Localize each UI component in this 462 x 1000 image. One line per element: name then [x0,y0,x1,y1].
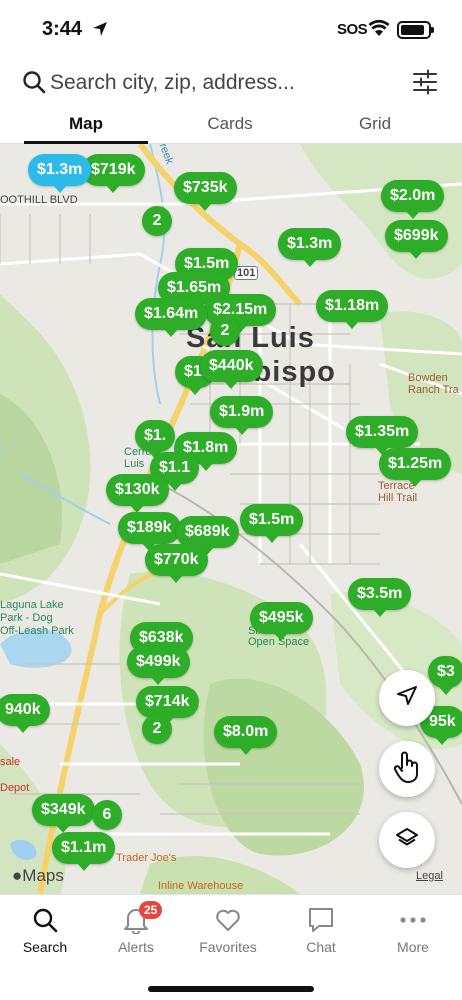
maps-attribution-text: Maps [22,866,64,885]
price-pin[interactable]: $349k [32,794,95,833]
search-input[interactable] [50,66,380,100]
price-pin[interactable]: $714k [136,686,199,725]
park-label: Laguna Lake [0,599,64,611]
locate-me-button[interactable] [379,670,435,726]
poi-label: Trader Joe's [116,852,177,864]
bell-icon [91,905,181,935]
location-arrow-icon [92,21,108,42]
map-view[interactable]: OOTHILL BLVD Creek San Luis Obispo Bowde… [0,144,462,894]
poi-label: sale [0,756,21,768]
nav-label: Chat [306,939,336,955]
legal-link[interactable]: Legal [416,870,443,882]
cluster-pin[interactable]: 2 [142,206,172,236]
price-pin[interactable]: $8.0m [214,716,278,755]
price-pin[interactable]: $719k [82,154,145,193]
map-layers-button[interactable] [379,812,435,868]
cluster-pin[interactable]: 2 [210,316,240,346]
nav-label: Alerts [118,939,154,955]
search-bar [0,60,462,106]
apple-logo-icon: ● [12,866,23,885]
search-icon [0,905,90,935]
highway-shield: 101 [234,266,259,280]
nav-label: Search [22,939,68,955]
tab-cards[interactable]: Cards [168,114,292,134]
street-label: OOTHILL BLVD [0,194,78,206]
search-icon [22,70,46,99]
status-time: 3:44 [42,18,83,40]
price-pin[interactable]: $1.25m [379,448,452,487]
bottom-nav: Search 25 Alerts Favorites Chat More [0,894,462,1000]
price-pin[interactable]: $189k [118,512,181,551]
cluster-pin[interactable]: 6 [92,800,122,830]
price-pin[interactable]: $699k [385,220,448,259]
poi-label: Depot [0,782,30,794]
price-pin[interactable]: $440k [200,350,263,389]
park-label: Off-Leash Park [0,625,74,637]
price-pin[interactable]: $1.64m [135,298,208,337]
nav-favorites[interactable]: Favorites [183,905,273,955]
price-pin[interactable]: $1.9m [210,396,274,435]
price-pin[interactable]: $130k [106,474,169,513]
draw-on-map-button[interactable] [379,741,435,797]
navigation-arrow-icon [396,685,418,712]
layers-icon [395,826,419,855]
battery-icon [397,21,434,39]
price-pin[interactable]: $499k [127,646,190,685]
nav-label: More [397,939,429,955]
nav-chat[interactable]: Chat [276,905,366,955]
price-pin[interactable]: $1.18m [316,290,389,329]
price-pin[interactable]: $2.0m [381,180,445,219]
price-pin[interactable]: $3.5m [348,578,412,617]
maps-attribution: ●Maps [12,866,64,886]
price-pin[interactable]: $1. [135,420,176,459]
nav-search[interactable]: Search [0,905,90,955]
wifi-icon [368,19,390,42]
poi-label: Ranch Tra [408,384,459,396]
hand-draw-icon [392,750,422,789]
price-pin[interactable]: $1.5m [240,504,304,543]
sos-indicator: SOS [337,21,368,38]
home-indicator [148,986,314,992]
price-pin-selected[interactable]: $1.3m [28,154,92,193]
price-pin[interactable]: $1.35m [346,416,419,455]
poi-label: Hill Trail [378,492,418,504]
view-tabs: Map Cards Grid [0,108,462,144]
more-icon [368,905,458,935]
poi-label: Luis [124,458,145,470]
price-pin[interactable]: 940k [0,694,50,733]
price-pin[interactable]: $495k [250,602,313,641]
park-label: Park - Dog [0,612,53,624]
heart-icon [183,905,273,935]
nav-more[interactable]: More [368,905,458,955]
price-pin[interactable]: $1.1m [52,832,116,871]
cluster-pin[interactable]: 2 [142,714,172,744]
price-pin[interactable]: $3 [428,656,462,695]
nav-alerts[interactable]: 25 Alerts [91,901,181,955]
tab-grid[interactable]: Grid [313,114,437,134]
price-pin[interactable]: $1.3m [278,228,342,267]
poi-label: Bowden [408,372,448,384]
status-bar: 3:44 SOS [0,0,462,60]
alerts-badge: 25 [139,901,163,919]
chat-icon [276,905,366,935]
poi-label: Inline Warehouse [158,880,244,892]
tab-map[interactable]: Map [24,114,148,134]
nav-label: Favorites [199,939,257,955]
price-pin[interactable]: $770k [145,544,208,583]
filter-sliders-icon[interactable] [412,69,438,100]
price-pin[interactable]: $735k [174,172,237,211]
